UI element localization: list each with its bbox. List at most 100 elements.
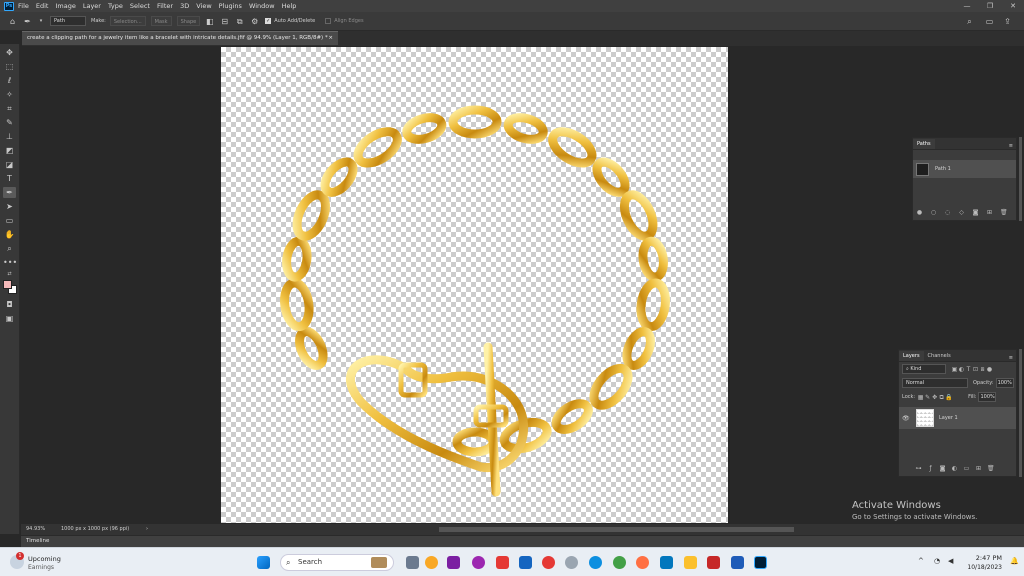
tab-channels[interactable]: Channels xyxy=(924,351,955,361)
edge-icon[interactable] xyxy=(589,556,602,569)
document-info[interactable]: 1000 px x 1000 px (96 ppi) xyxy=(61,524,129,535)
path-selection-tool-icon[interactable]: ➤ xyxy=(3,201,16,212)
menu-image[interactable]: Image xyxy=(55,2,75,10)
lasso-tool-icon[interactable]: ℓ xyxy=(3,75,16,86)
timeline-panel-tab[interactable]: Timeline xyxy=(21,535,1024,547)
chrome-icon[interactable] xyxy=(613,556,626,569)
default-colors-icon[interactable]: ⇄ xyxy=(3,269,16,280)
layer-style-fx-icon[interactable]: ƒ xyxy=(927,465,934,472)
filter-kind-select[interactable]: ⌕ Kind xyxy=(902,364,946,374)
notifications-icon[interactable]: 🔔 xyxy=(1010,557,1019,565)
menu-layer[interactable]: Layer xyxy=(83,2,101,10)
menu-select[interactable]: Select xyxy=(130,2,150,10)
quick-mask-icon[interactable]: ◘ xyxy=(3,299,16,310)
delete-layer-icon[interactable]: 🗑 xyxy=(987,465,995,472)
path-arrangement-icon[interactable]: ⧉ xyxy=(235,17,244,26)
right-panel-scrollbar[interactable] xyxy=(1019,137,1022,221)
rectangle-tool-icon[interactable]: ▭ xyxy=(3,215,16,226)
widget-title[interactable]: Upcoming xyxy=(28,555,61,563)
layer-row[interactable]: 👁 Layer 1 xyxy=(899,407,1016,429)
make-work-path-icon[interactable]: ◇ xyxy=(958,209,965,216)
link-layers-icon[interactable]: ⊶ xyxy=(915,465,922,472)
lock-all-icon[interactable]: 🔒 xyxy=(945,394,952,401)
settings-gear-icon[interactable]: ⚙ xyxy=(250,17,259,26)
lock-position-icon[interactable]: ✥ xyxy=(931,394,938,401)
marquee-tool-icon[interactable]: ⬚ xyxy=(3,61,16,72)
stroke-path-icon[interactable]: ○ xyxy=(930,209,937,216)
menu-filter[interactable]: Filter xyxy=(157,2,173,10)
layers-scrollbar[interactable] xyxy=(1019,349,1022,477)
close-button[interactable]: ✕ xyxy=(1002,0,1024,12)
app-icon-gray[interactable] xyxy=(565,556,578,569)
firefox-icon[interactable] xyxy=(636,556,649,569)
wifi-icon[interactable]: ◔ xyxy=(934,557,940,565)
menu-view[interactable]: View xyxy=(196,2,211,10)
hand-tool-icon[interactable]: ✋ xyxy=(3,229,16,240)
photoshop-taskbar-icon[interactable] xyxy=(754,556,767,569)
path-alignment-icon[interactable]: ⊟ xyxy=(220,17,229,26)
new-layer-icon[interactable]: ⊞ xyxy=(975,465,982,472)
chevron-down-icon[interactable]: ▾ xyxy=(38,17,44,26)
photoshop-logo-icon[interactable]: Ps xyxy=(4,1,14,11)
taskbar-search-box[interactable]: ⌕ Search xyxy=(280,554,394,571)
weather-widget-icon[interactable]: 1 xyxy=(10,552,24,569)
search-icon[interactable]: ⌕ xyxy=(965,17,974,26)
crop-tool-icon[interactable]: ⌗ xyxy=(3,103,16,114)
tool-mode-select[interactable]: Path xyxy=(50,16,86,26)
status-menu-icon[interactable]: › xyxy=(146,524,148,535)
clock-time[interactable]: 2:47 PM xyxy=(962,554,1002,562)
auto-add-delete-checkbox[interactable]: ✓ xyxy=(265,18,272,24)
word-icon[interactable] xyxy=(731,556,744,569)
filter-pixel-icon[interactable]: ▣ xyxy=(951,366,958,373)
new-path-icon[interactable]: ⊞ xyxy=(986,209,993,216)
screen-mode-icon[interactable]: ▣ xyxy=(3,313,16,324)
chrome-canary-icon[interactable] xyxy=(425,556,438,569)
path-row[interactable]: Path 1 xyxy=(913,160,1016,178)
task-view-icon[interactable] xyxy=(406,556,419,569)
minimize-button[interactable]: — xyxy=(956,0,978,12)
make-selection-button[interactable]: Selection... xyxy=(109,16,146,26)
document-tab[interactable]: create a clipping path for a jewelry ite… xyxy=(22,31,338,45)
menu-window[interactable]: Window xyxy=(249,2,275,10)
brush-tool-icon[interactable]: ✎ xyxy=(3,117,16,128)
start-windows-icon[interactable] xyxy=(257,556,270,569)
fill-path-icon[interactable]: ● xyxy=(916,209,923,216)
menu-edit[interactable]: Edit xyxy=(36,2,49,10)
foreground-color-swatch[interactable] xyxy=(3,280,12,289)
app-icon-w[interactable] xyxy=(519,556,532,569)
zoom-tool-icon[interactable]: ⌕ xyxy=(3,243,16,254)
maximize-button[interactable]: ❐ xyxy=(979,0,1001,12)
lock-pixels-icon[interactable]: ✎ xyxy=(924,394,931,401)
pen-tool-icon[interactable]: ✒ xyxy=(3,187,16,198)
tray-chevron-icon[interactable]: ^ xyxy=(918,557,924,565)
visibility-eye-icon[interactable]: 👁 xyxy=(902,415,912,422)
share-icon[interactable]: ⇪ xyxy=(1003,17,1012,26)
app-icon-blue[interactable] xyxy=(660,556,673,569)
menu-type[interactable]: Type xyxy=(108,2,123,10)
stamp-tool-icon[interactable]: ⊥ xyxy=(3,131,16,142)
tab-paths[interactable]: Paths xyxy=(913,139,935,149)
menu-plugins[interactable]: Plugins xyxy=(219,2,242,10)
volume-icon[interactable]: ◀ xyxy=(948,557,953,565)
eraser-tool-icon[interactable]: ◩ xyxy=(3,145,16,156)
widget-subtitle[interactable]: Earnings xyxy=(28,564,54,571)
type-tool-icon[interactable]: T xyxy=(3,173,16,184)
file-explorer-icon[interactable] xyxy=(684,556,697,569)
move-tool-icon[interactable]: ✥ xyxy=(3,47,16,58)
app-icon-purple[interactable] xyxy=(447,556,460,569)
lock-artboard-icon[interactable]: ⧉ xyxy=(938,394,945,401)
tab-layers[interactable]: Layers xyxy=(899,351,924,361)
make-mask-button[interactable]: Mask xyxy=(150,16,172,26)
opacity-input[interactable]: 100% xyxy=(995,378,1014,388)
opera-icon[interactable] xyxy=(542,556,555,569)
zoom-level[interactable]: 94.93% xyxy=(26,524,45,535)
filter-smart-object-icon[interactable]: ⧈ xyxy=(979,366,986,373)
document-canvas[interactable] xyxy=(221,47,728,523)
gradient-tool-icon[interactable]: ◪ xyxy=(3,159,16,170)
magic-wand-tool-icon[interactable]: ✧ xyxy=(3,89,16,100)
filter-shape-icon[interactable]: ⊡ xyxy=(972,366,979,373)
app-icon-violet[interactable] xyxy=(472,556,485,569)
menu-help[interactable]: Help xyxy=(282,2,297,10)
pen-tool-preset-icon[interactable]: ✒ xyxy=(23,17,32,26)
load-selection-icon[interactable]: ◌ xyxy=(944,209,951,216)
